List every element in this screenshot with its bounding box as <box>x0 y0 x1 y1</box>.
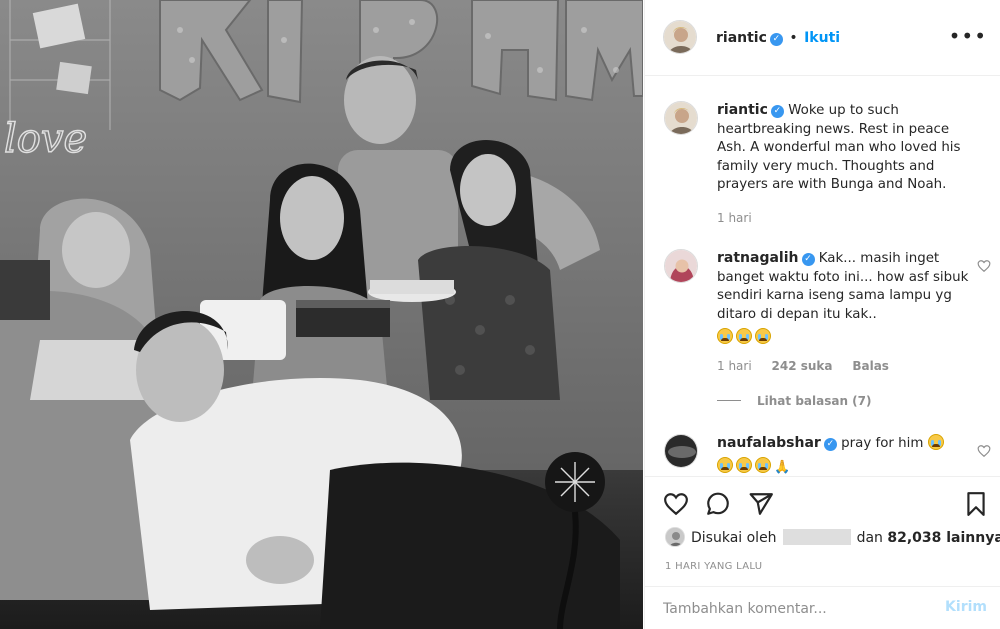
comment-meta: 1 hari 242 suka Balas <box>717 359 905 373</box>
post-comment-button[interactable]: Kirim <box>945 599 987 615</box>
caption-body: riantic ✓ Woke up to such heartbreaking n… <box>717 101 979 195</box>
comment-username[interactable]: ratnagalih <box>717 250 799 266</box>
author-username[interactable]: riantic <box>716 30 767 46</box>
reply-button[interactable]: Balas <box>852 359 889 373</box>
crying-emoji-icon <box>755 328 771 345</box>
view-replies-line <box>717 400 741 401</box>
likes-prefix: Disukai oleh <box>691 530 777 546</box>
post-actions: Disukai oleh dan 82,038 lainnya 1 HARI YA… <box>645 476 1000 586</box>
caption-timestamp[interactable]: 1 hari <box>717 211 752 225</box>
post-header: riantic ✓ • Ikuti ••• <box>645 0 1000 76</box>
caption-username[interactable]: riantic <box>717 102 768 118</box>
comment-like-count[interactable]: 242 suka <box>772 359 833 373</box>
comment-timestamp[interactable]: 1 hari <box>717 359 752 373</box>
dot-separator: • <box>789 30 798 46</box>
commenter-avatar[interactable] <box>664 434 698 468</box>
blurred-liker-name[interactable] <box>782 529 851 545</box>
balloon-i <box>267 0 304 104</box>
crying-emoji-icon <box>717 456 733 473</box>
comment-item: ratnagalih ✓ Kak... masih inget banget wa… <box>661 249 991 409</box>
comment-body: ratnagalih ✓ Kak... masih inget banget wa… <box>717 249 972 348</box>
comment-item: naufalabshar ✓ pray for him 🙏 <box>661 434 991 475</box>
view-replies-label: Lihat balasan (7) <box>757 394 872 408</box>
verified-icon: ✓ <box>801 253 815 266</box>
bookmark-icon[interactable] <box>963 491 989 517</box>
post-sidebar: riantic ✓ • Ikuti ••• riantic ✓ Woke up to… <box>644 0 1000 629</box>
add-comment-bar: Kirim <box>645 586 1000 629</box>
post-photo[interactable]: love <box>0 0 643 629</box>
verified-icon: ✓ <box>770 105 784 118</box>
share-icon[interactable] <box>748 491 774 517</box>
comment-text: pray for him <box>841 436 924 451</box>
photo-illustration: love <box>0 0 643 629</box>
view-replies-button[interactable]: Lihat balasan (7) <box>717 394 872 408</box>
love-sign: love <box>4 116 87 162</box>
crying-emoji-icon <box>736 456 752 473</box>
verified-icon: ✓ <box>769 33 783 46</box>
more-options-icon[interactable]: ••• <box>949 26 987 46</box>
heart-icon[interactable] <box>663 491 689 517</box>
caption: riantic ✓ Woke up to such heartbreaking n… <box>661 101 991 225</box>
crying-emoji-icon <box>736 328 752 345</box>
header-meta: riantic ✓ • Ikuti <box>716 30 840 46</box>
crying-emoji-icon <box>927 434 944 450</box>
comment-like-heart-icon[interactable] <box>977 259 991 273</box>
praying-hands-icon: 🙏 <box>774 459 791 475</box>
comment-input[interactable] <box>663 598 923 620</box>
crying-emoji-icon <box>717 328 733 345</box>
comment-body: naufalabshar ✓ pray for him 🙏 <box>717 434 972 475</box>
comment-emojis <box>717 328 972 348</box>
verified-icon: ✓ <box>823 438 837 451</box>
comments-list[interactable]: riantic ✓ Woke up to such heartbreaking n… <box>645 77 1000 475</box>
likes-middle: dan <box>856 530 883 546</box>
comment-like-heart-icon[interactable] <box>977 444 991 458</box>
follow-button[interactable]: Ikuti <box>804 30 840 46</box>
comment-emojis: 🙏 <box>717 456 972 475</box>
comment-icon[interactable] <box>705 491 731 517</box>
likes-count[interactable]: 82,038 lainnya <box>887 530 1000 546</box>
commenter-avatar[interactable] <box>664 249 698 283</box>
liker-avatar[interactable] <box>665 527 685 547</box>
author-avatar[interactable] <box>663 20 697 54</box>
comment-username[interactable]: naufalabshar <box>717 435 821 451</box>
caption-avatar[interactable] <box>664 101 698 135</box>
caption-time: 1 hari <box>717 211 768 225</box>
likes-summary: Disukai oleh dan 82,038 lainnya <box>665 527 1000 547</box>
crying-emoji-icon <box>755 456 771 473</box>
post-date[interactable]: 1 HARI YANG LALU <box>665 561 762 572</box>
